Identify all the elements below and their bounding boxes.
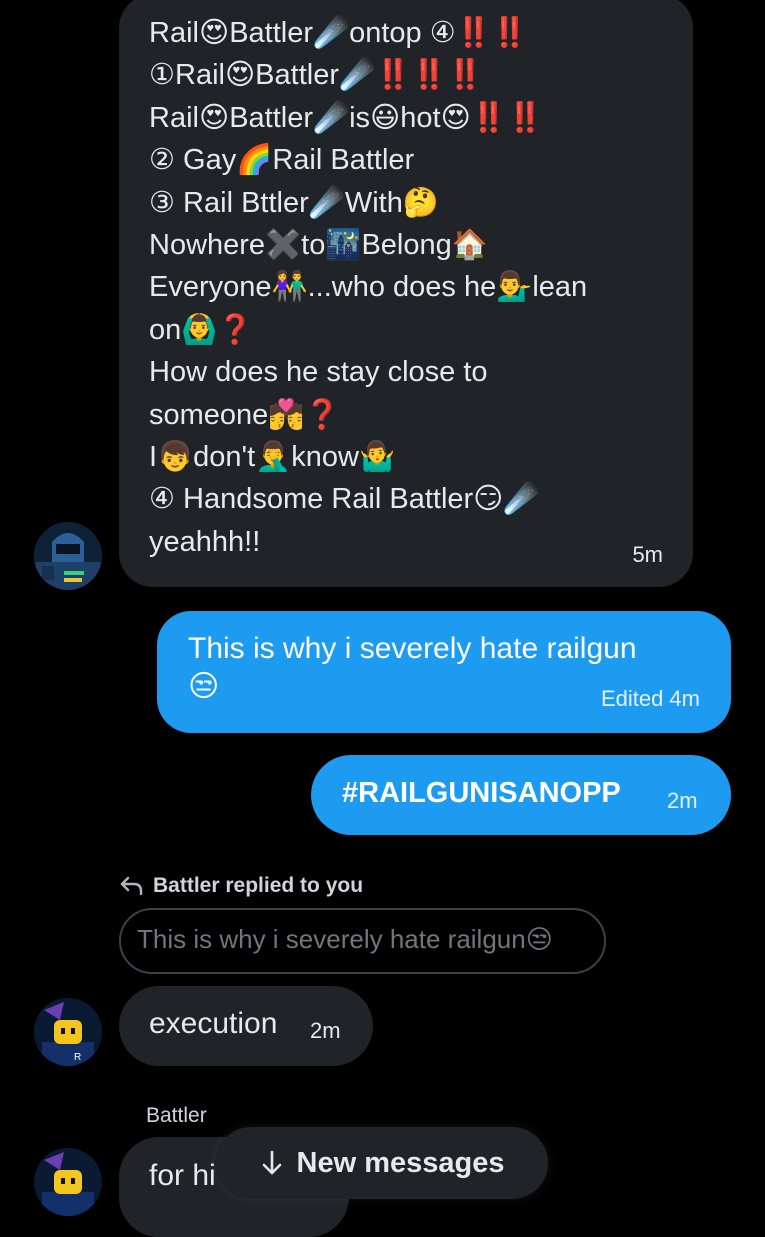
avatar-image [34,1148,102,1216]
reply-header-label: Battler replied to you [153,874,364,897]
sender-name: Battler [146,1104,207,1127]
avatar[interactable]: R [34,998,102,1066]
quoted-message[interactable]: This is why i severely hate railgun😒 [119,908,606,974]
hashtag-link[interactable]: #RAILGUNISANOPP [342,777,621,810]
new-messages-button[interactable]: New messages [215,1127,548,1199]
message-bubble-sent[interactable]: #RAILGUNISANOPP 2m [311,755,731,835]
message-timestamp: 5m [632,542,663,567]
reply-header: Battler replied to you [119,872,363,900]
svg-text:R: R [74,1052,81,1063]
avatar-image: R [34,998,102,1066]
quoted-message-text: This is why i severely hate railgun😒 [137,924,553,954]
message-text: for hi [149,1159,216,1192]
message-bubble-sent[interactable]: This is why i severely hate railgun 😒 Ed… [157,611,731,733]
avatar[interactable] [34,522,102,590]
message-text: execution [149,1007,278,1040]
new-messages-label: New messages [296,1146,505,1179]
message-text: Rail😍Battler☄️ontop ④‼️‼️ ①Rail😍Battler☄… [149,17,588,558]
message-timestamp: 2m [667,788,698,813]
avatar[interactable] [34,1148,102,1216]
message-bubble-received[interactable]: Rail😍Battler☄️ontop ④‼️‼️ ①Rail😍Battler☄… [119,0,693,587]
message-timestamp: 2m [310,1018,341,1043]
message-bubble-received[interactable]: execution 2m [119,986,373,1066]
arrow-down-icon [259,1148,285,1178]
message-timestamp: Edited 4m [600,686,700,711]
reply-arrow-icon [119,875,147,897]
message-text: This is why i severely hate railgun 😒 [188,632,637,703]
avatar-image [34,522,102,590]
